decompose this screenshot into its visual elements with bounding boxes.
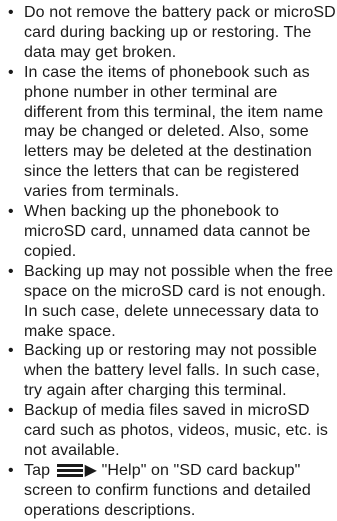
bullet: •: [8, 4, 14, 21]
bullet: •: [8, 203, 14, 221]
bullet: •: [8, 63, 14, 81]
note-text: Backing up or restoring may not possible…: [24, 342, 321, 400]
note-text: Backup of media files saved in microSD c…: [24, 402, 328, 459]
note-item: • Backup of media files saved in microSD…: [8, 401, 336, 461]
note-text: Backing up may not possible when the fre…: [24, 262, 334, 340]
note-item-help: • Tap ▶ "Help" on "SD card backup" scree…: [8, 461, 336, 521]
note-text: When backing up the phonebook to microSD…: [24, 203, 311, 260]
note-item: • Backing up may not possible when the f…: [8, 262, 336, 342]
note-item: • Backing up or restoring may not possib…: [8, 341, 336, 401]
document-page: • Do not remove the battery pack or micr…: [0, 0, 337, 521]
bullet: •: [8, 461, 14, 479]
tap-prefix: Tap: [24, 461, 51, 479]
arrow-right-icon: ▶: [84, 461, 98, 479]
note-item: • In case the items of phonebook such as…: [8, 63, 336, 202]
note-text: In case the items of phonebook such as p…: [24, 63, 324, 201]
bullet: •: [8, 262, 14, 280]
menu-icon: [56, 463, 83, 477]
notes-list: • Do not remove the battery pack or micr…: [8, 3, 336, 521]
note-text: Do not remove the battery pack or microS…: [24, 4, 336, 61]
bullet: •: [8, 402, 14, 420]
note-item: • When backing up the phonebook to micro…: [8, 202, 336, 262]
note-item: • Do not remove the battery pack or micr…: [8, 3, 336, 63]
bullet: •: [8, 342, 14, 360]
